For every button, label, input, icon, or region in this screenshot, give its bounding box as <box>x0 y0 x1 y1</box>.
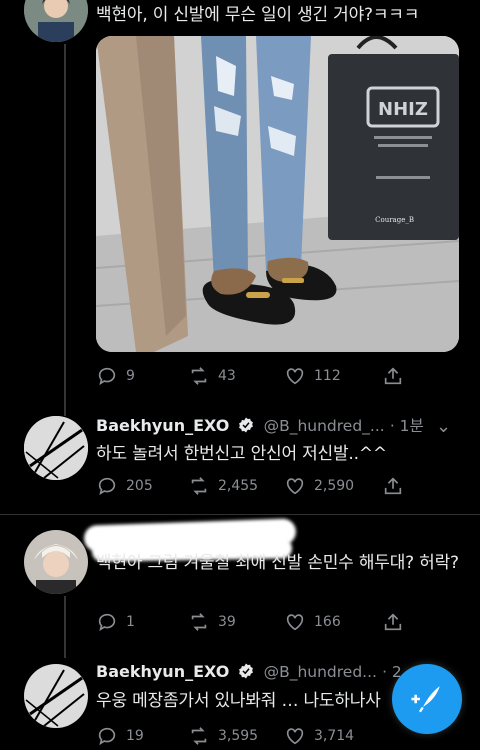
avatar[interactable] <box>24 530 88 594</box>
reply-count: 19 <box>126 728 144 744</box>
share-button[interactable] <box>382 611 404 633</box>
reply-count: 1 <box>126 614 135 630</box>
heart-icon <box>286 478 304 495</box>
avatar[interactable] <box>24 0 88 42</box>
like-count: 166 <box>314 614 341 630</box>
tweet-text: 백현아 그럼 겨울철 최애 신발 손민수 해두대? 허락? <box>96 553 459 573</box>
reply-button[interactable]: 205 <box>96 475 188 497</box>
retweet-count: 3,595 <box>218 728 259 744</box>
tweet-actions: 205 2,455 2,590 <box>96 472 410 500</box>
divider <box>0 514 480 515</box>
retweet-icon <box>191 367 207 385</box>
reply-icon <box>98 477 116 496</box>
tweet-actions: 1 39 166 <box>96 608 410 636</box>
verified-badge-icon <box>237 416 255 438</box>
retweet-button[interactable]: 43 <box>188 365 284 387</box>
tweet-actions: 19 3,595 3,714 <box>96 722 410 750</box>
retweet-button[interactable]: 3,595 <box>188 725 284 747</box>
thread-line <box>64 44 66 416</box>
compose-feather-icon <box>411 686 440 713</box>
reply-button[interactable]: 1 <box>96 611 188 633</box>
reply-icon <box>98 613 116 632</box>
like-count: 3,714 <box>314 728 355 744</box>
like-button[interactable]: 166 <box>284 611 382 633</box>
retweet-button[interactable]: 2,455 <box>188 475 284 497</box>
avatar[interactable] <box>24 664 88 728</box>
display-name[interactable]: Baekhyun_EXO <box>96 416 229 435</box>
share-button[interactable] <box>382 365 404 387</box>
like-button[interactable]: 112 <box>284 365 382 387</box>
retweet-count: 39 <box>218 614 236 630</box>
share-icon <box>384 613 402 631</box>
share-icon <box>384 477 402 495</box>
retweet-button[interactable]: 39 <box>188 611 284 633</box>
avatar[interactable] <box>24 416 88 480</box>
bag-brand-text: NHIZ <box>378 99 428 120</box>
share-icon <box>384 367 402 385</box>
reply-count: 9 <box>126 368 135 384</box>
retweet-count: 2,455 <box>218 478 259 494</box>
like-button[interactable]: 3,714 <box>284 725 382 747</box>
thread-line <box>64 596 66 658</box>
reply-icon <box>98 727 116 746</box>
tweet-time: · 1분 <box>389 417 424 435</box>
reply-count: 205 <box>126 478 153 494</box>
retweet-icon <box>191 727 207 745</box>
reply-button[interactable]: 19 <box>96 725 188 747</box>
retweet-icon <box>191 477 207 495</box>
tweet-text: 하도 놀려서 한번신고 안신어 저신발..^^ <box>96 444 387 464</box>
retweet-icon <box>191 613 207 631</box>
retweet-count: 43 <box>218 368 236 384</box>
tweet-text: 우웅 메장좀가서 있나봐줘 … 나도하나사 <box>96 691 381 711</box>
heart-icon <box>286 614 304 631</box>
tweet-text: 백현아, 이 신발에 무슨 일이 생긴 거야?ㅋㅋㅋ <box>96 5 420 25</box>
like-button[interactable]: 2,590 <box>284 475 382 497</box>
share-button[interactable] <box>382 475 404 497</box>
reply-icon <box>98 367 116 386</box>
tweet-photo[interactable]: NHIZ Courage_B <box>96 36 459 352</box>
like-count: 112 <box>314 368 341 384</box>
heart-icon <box>286 728 304 745</box>
like-count: 2,590 <box>314 478 355 494</box>
heart-icon <box>286 368 304 385</box>
display-name[interactable]: Baekhyun_EXO <box>96 662 229 681</box>
compose-tweet-button[interactable] <box>392 664 462 734</box>
tweet-actions: 9 43 112 <box>96 362 410 390</box>
reply-button[interactable]: 9 <box>96 365 188 387</box>
user-handle[interactable]: @B_hundred... <box>264 663 377 681</box>
user-handle[interactable]: @B_hundred_... <box>264 417 385 435</box>
verified-badge-icon <box>237 662 255 684</box>
photo-watermark: Courage_B <box>375 216 414 224</box>
more-icon[interactable]: ⌄ <box>436 418 451 436</box>
